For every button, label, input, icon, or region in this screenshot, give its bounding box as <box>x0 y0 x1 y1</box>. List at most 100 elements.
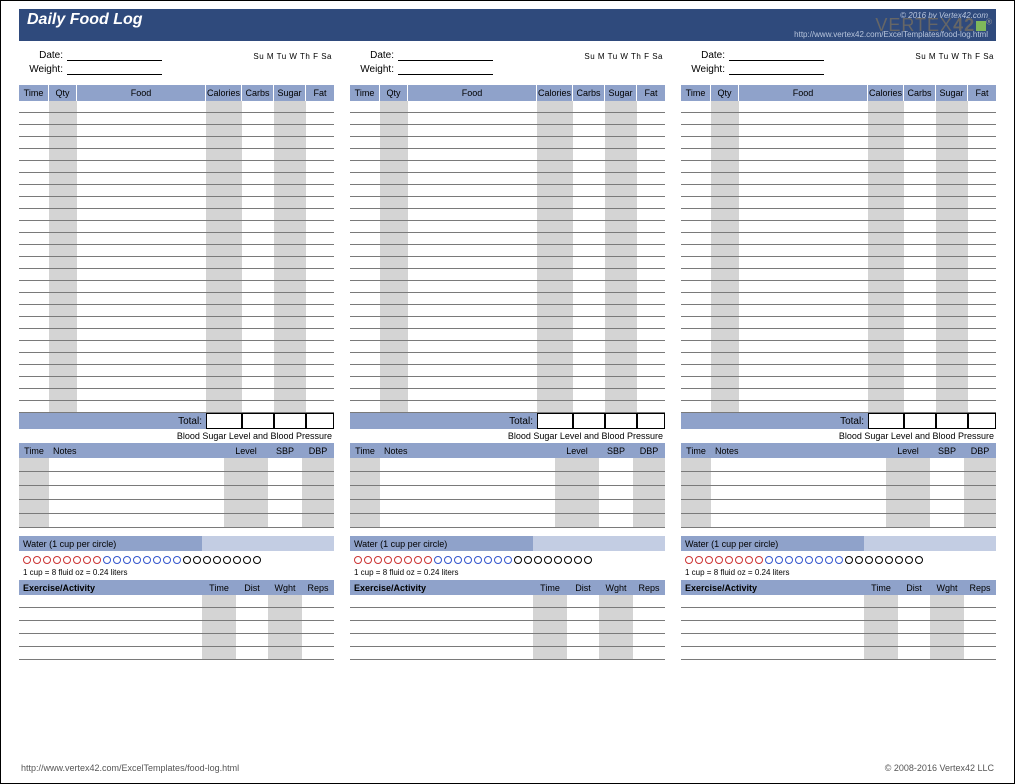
water-circle-icon[interactable] <box>554 556 562 564</box>
water-circle-icon[interactable] <box>835 556 843 564</box>
water-circle-icon[interactable] <box>484 556 492 564</box>
bp-row[interactable] <box>19 514 334 528</box>
bp-row[interactable] <box>350 458 665 472</box>
food-row[interactable] <box>19 245 334 257</box>
food-row[interactable] <box>19 149 334 161</box>
water-circle-icon[interactable] <box>705 556 713 564</box>
food-row[interactable] <box>350 209 665 221</box>
bp-row[interactable] <box>681 500 996 514</box>
food-row[interactable] <box>681 269 996 281</box>
food-row[interactable] <box>681 185 996 197</box>
exercise-row[interactable] <box>350 634 665 647</box>
food-row[interactable] <box>350 257 665 269</box>
food-row[interactable] <box>350 317 665 329</box>
water-circle-icon[interactable] <box>253 556 261 564</box>
water-circle-icon[interactable] <box>424 556 432 564</box>
food-row[interactable] <box>681 341 996 353</box>
food-row[interactable] <box>19 257 334 269</box>
water-circle-icon[interactable] <box>534 556 542 564</box>
food-row[interactable] <box>19 137 334 149</box>
exercise-row[interactable] <box>681 634 996 647</box>
bp-row[interactable] <box>19 458 334 472</box>
food-row[interactable] <box>350 329 665 341</box>
food-row[interactable] <box>681 317 996 329</box>
food-row[interactable] <box>681 281 996 293</box>
total-fat[interactable] <box>637 413 665 429</box>
water-circle-icon[interactable] <box>394 556 402 564</box>
water-circle-icon[interactable] <box>43 556 51 564</box>
water-circle-icon[interactable] <box>494 556 502 564</box>
food-row[interactable] <box>350 233 665 245</box>
water-circle-icon[interactable] <box>33 556 41 564</box>
food-row[interactable] <box>350 125 665 137</box>
food-row[interactable] <box>19 185 334 197</box>
food-row[interactable] <box>350 341 665 353</box>
food-row[interactable] <box>350 137 665 149</box>
food-row[interactable] <box>681 197 996 209</box>
exercise-row[interactable] <box>681 595 996 608</box>
food-row[interactable] <box>350 365 665 377</box>
water-circle-icon[interactable] <box>53 556 61 564</box>
food-row[interactable] <box>681 389 996 401</box>
food-row[interactable] <box>681 221 996 233</box>
water-circle-icon[interactable] <box>103 556 111 564</box>
exercise-row[interactable] <box>19 621 334 634</box>
food-row[interactable] <box>19 233 334 245</box>
food-row[interactable] <box>681 149 996 161</box>
food-row[interactable] <box>350 101 665 113</box>
food-row[interactable] <box>681 377 996 389</box>
water-circle-icon[interactable] <box>815 556 823 564</box>
water-circle-icon[interactable] <box>725 556 733 564</box>
food-row[interactable] <box>19 197 334 209</box>
food-row[interactable] <box>19 101 334 113</box>
food-row[interactable] <box>681 101 996 113</box>
food-row[interactable] <box>350 293 665 305</box>
food-row[interactable] <box>19 305 334 317</box>
water-circle-icon[interactable] <box>905 556 913 564</box>
food-row[interactable] <box>19 173 334 185</box>
total-calories[interactable] <box>868 413 904 429</box>
water-circle-icon[interactable] <box>454 556 462 564</box>
exercise-row[interactable] <box>19 595 334 608</box>
food-row[interactable] <box>19 353 334 365</box>
exercise-row[interactable] <box>19 608 334 621</box>
food-row[interactable] <box>681 293 996 305</box>
water-circle-icon[interactable] <box>143 556 151 564</box>
food-row[interactable] <box>19 389 334 401</box>
food-row[interactable] <box>681 173 996 185</box>
water-circle-icon[interactable] <box>73 556 81 564</box>
water-circle-icon[interactable] <box>755 556 763 564</box>
water-circle-icon[interactable] <box>504 556 512 564</box>
exercise-row[interactable] <box>19 647 334 660</box>
water-circle-icon[interactable] <box>233 556 241 564</box>
water-circle-icon[interactable] <box>514 556 522 564</box>
food-row[interactable] <box>19 401 334 413</box>
bp-row[interactable] <box>681 486 996 500</box>
day-selector[interactable]: Su M Tu W Th F Sa <box>253 52 334 61</box>
total-sugar[interactable] <box>274 413 306 429</box>
water-circle-icon[interactable] <box>223 556 231 564</box>
water-circle-icon[interactable] <box>173 556 181 564</box>
food-row[interactable] <box>19 281 334 293</box>
water-circle-icon[interactable] <box>474 556 482 564</box>
bp-row[interactable] <box>19 500 334 514</box>
water-circle-icon[interactable] <box>243 556 251 564</box>
water-circle-icon[interactable] <box>524 556 532 564</box>
water-circle-icon[interactable] <box>715 556 723 564</box>
date-field[interactable] <box>398 49 493 61</box>
food-row[interactable] <box>681 245 996 257</box>
water-circle-icon[interactable] <box>364 556 372 564</box>
water-circle-icon[interactable] <box>915 556 923 564</box>
exercise-row[interactable] <box>350 595 665 608</box>
water-circle-icon[interactable] <box>785 556 793 564</box>
food-row[interactable] <box>681 305 996 317</box>
water-circle-icon[interactable] <box>745 556 753 564</box>
water-circle-icon[interactable] <box>203 556 211 564</box>
water-circle-icon[interactable] <box>875 556 883 564</box>
water-circle-icon[interactable] <box>123 556 131 564</box>
food-row[interactable] <box>681 125 996 137</box>
bp-row[interactable] <box>19 486 334 500</box>
food-row[interactable] <box>681 209 996 221</box>
water-circle-icon[interactable] <box>895 556 903 564</box>
food-row[interactable] <box>681 353 996 365</box>
